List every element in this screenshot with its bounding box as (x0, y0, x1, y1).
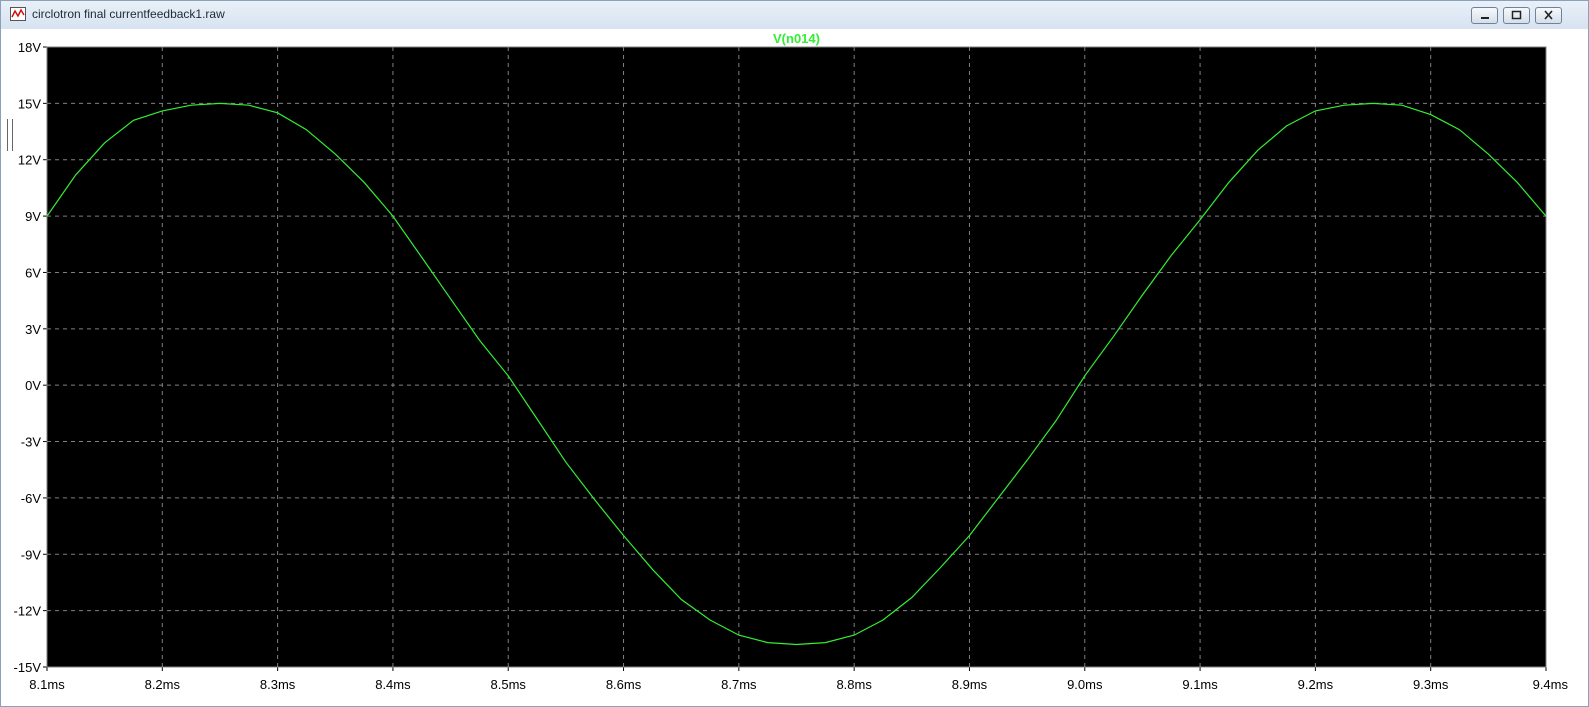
x-tick-label: 9.4ms (1533, 677, 1569, 692)
legend-label: V(n014) (773, 31, 820, 46)
plot-area[interactable]: 18V 15V 12V 9V 6V 3V 0V -3V -6V -9V -12V -15V 8.1ms 8… (1, 29, 1588, 706)
x-tick-label: 8.2ms (145, 677, 181, 692)
maximize-button[interactable] (1503, 7, 1530, 24)
x-tick-label: 8.6ms (606, 677, 642, 692)
close-button[interactable] (1535, 7, 1562, 24)
x-tick-label: 8.3ms (260, 677, 296, 692)
x-tick-label: 9.0ms (1067, 677, 1103, 692)
x-tick-label: 8.4ms (375, 677, 411, 692)
y-tick-label: -6V (21, 491, 42, 506)
y-tick-label: 15V (18, 96, 41, 111)
x-tick-label: 8.5ms (491, 677, 527, 692)
x-tick-label: 8.8ms (836, 677, 872, 692)
y-tick-label: 18V (18, 40, 41, 55)
plot-background (47, 47, 1546, 667)
y-tick-label: -3V (21, 435, 42, 450)
y-tick-label: 6V (25, 265, 41, 280)
x-tick-label: 9.3ms (1413, 677, 1449, 692)
waveform-chart[interactable]: 18V 15V 12V 9V 6V 3V 0V -3V -6V -9V -12V -15V 8.1ms 8… (1, 29, 1588, 706)
x-tick-label: 9.2ms (1298, 677, 1334, 692)
window-title: circlotron final currentfeedback1.raw (32, 7, 225, 21)
x-tick-label: 9.1ms (1182, 677, 1218, 692)
waveform-window: circlotron final currentfeedback1.raw 18… (0, 0, 1589, 707)
y-tick-label: -12V (14, 604, 42, 619)
minimize-icon (1481, 17, 1489, 19)
y-tick-label: 12V (18, 153, 41, 168)
maximize-icon (1511, 10, 1522, 20)
y-tick-label: 9V (25, 209, 41, 224)
x-tick-label: 8.1ms (29, 677, 65, 692)
y-tick-label: -9V (21, 547, 42, 562)
x-tick-label: 8.9ms (952, 677, 988, 692)
y-tick-label: 0V (25, 378, 41, 393)
y-tick-label: 3V (25, 322, 41, 337)
axis-drag-handle[interactable] (7, 119, 13, 151)
x-tick-label: 8.7ms (721, 677, 757, 692)
minimize-button[interactable] (1471, 7, 1498, 24)
y-tick-label: -15V (14, 660, 42, 675)
close-icon (1544, 10, 1553, 20)
waveform-app-icon (10, 7, 26, 21)
title-bar[interactable]: circlotron final currentfeedback1.raw (1, 1, 1588, 29)
